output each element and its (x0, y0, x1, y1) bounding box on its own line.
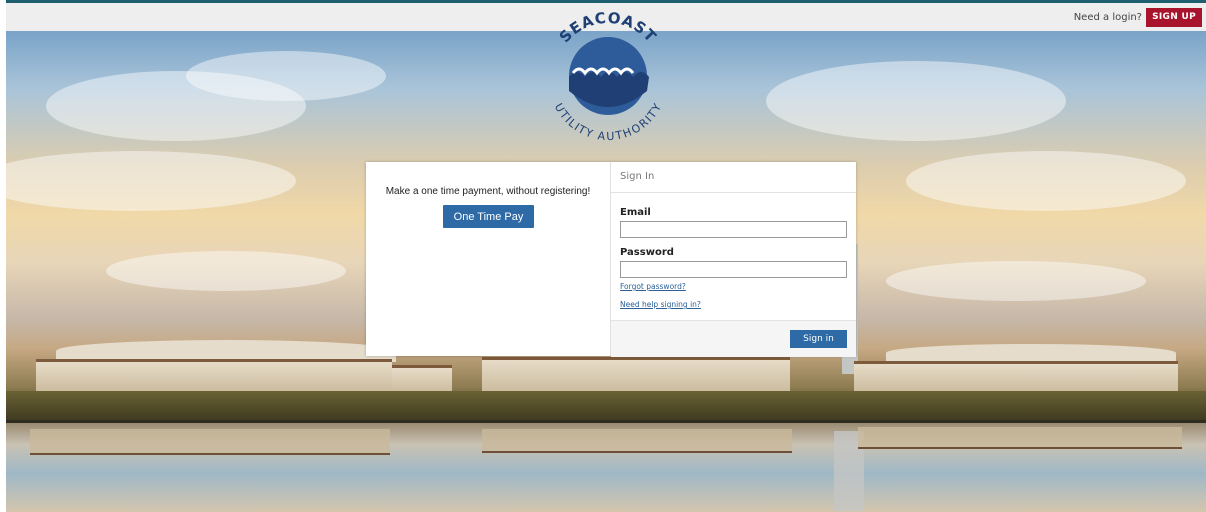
tank-reflection (858, 427, 1182, 449)
sign-in-pane: Sign In Email Password Forgot password? … (610, 162, 856, 357)
sign-up-button[interactable]: SIGN UP (1146, 8, 1202, 27)
email-input[interactable] (620, 221, 847, 238)
small-building (392, 365, 452, 394)
storage-tank (854, 361, 1178, 394)
cloud (106, 251, 346, 291)
cloud (766, 61, 1066, 141)
sign-in-heading: Sign In (611, 162, 856, 193)
cloud (186, 51, 386, 101)
password-label: Password (620, 247, 674, 258)
shoreline (6, 420, 1206, 423)
cloud (6, 151, 296, 211)
need-login-text: Need a login? (1073, 12, 1142, 23)
sign-in-button[interactable]: Sign in (790, 330, 847, 348)
tank-reflection (482, 429, 792, 453)
tank-dome (886, 344, 1176, 362)
cloud (886, 261, 1146, 301)
storage-tank (36, 359, 392, 394)
login-card: Make a one time payment, without registe… (366, 162, 856, 357)
one-time-pay-button[interactable]: One Time Pay (443, 205, 534, 228)
one-time-payment-text: Make a one time payment, without registe… (385, 186, 591, 197)
need-help-link[interactable]: Need help signing in? (620, 300, 701, 309)
grass-bank (6, 391, 1206, 421)
email-label: Email (620, 207, 651, 218)
forgot-password-link[interactable]: Forgot password? (620, 282, 686, 291)
sign-in-footer: Sign in (611, 320, 856, 357)
tank-reflection (30, 429, 390, 455)
password-input[interactable] (620, 261, 847, 278)
seacoast-logo: SEACOAST UTILITY AUTHORITY (552, 11, 664, 141)
storage-tank (482, 357, 790, 394)
cloud (906, 151, 1186, 211)
one-time-payment-pane: Make a one time payment, without registe… (366, 162, 610, 356)
